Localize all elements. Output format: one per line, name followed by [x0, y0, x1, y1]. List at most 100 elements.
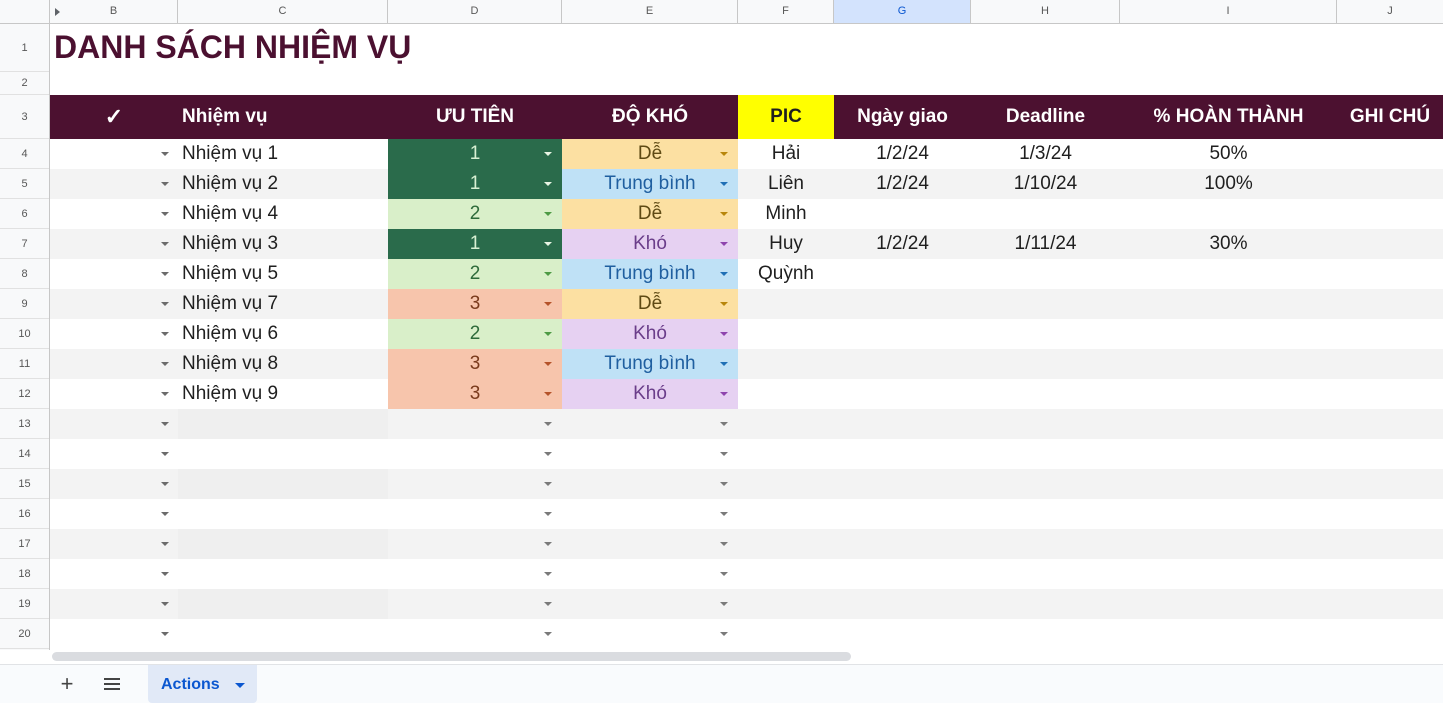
column-header-b[interactable]: B	[50, 0, 178, 23]
priority-dropdown-icon[interactable]	[544, 152, 552, 156]
pic-cell[interactable]	[738, 319, 834, 349]
priority-dropdown-icon[interactable]	[544, 482, 552, 486]
priority-chip[interactable]: 2	[388, 259, 562, 289]
difficulty-chip[interactable]: Dễ	[562, 139, 738, 169]
checkbox-dropdown-icon[interactable]	[161, 542, 169, 546]
header-assigned-date[interactable]: Ngày giao	[834, 95, 971, 139]
priority-chip[interactable]: 3	[388, 289, 562, 319]
percent-complete-cell[interactable]: 30%	[1120, 229, 1337, 259]
row-header-20[interactable]: 20	[0, 619, 49, 649]
assigned-date-cell[interactable]	[834, 349, 971, 379]
priority-dropdown-icon[interactable]	[544, 332, 552, 336]
difficulty-dropdown-icon[interactable]	[720, 182, 728, 186]
checkbox-dropdown-icon[interactable]	[161, 392, 169, 396]
priority-chip[interactable]: 2	[388, 199, 562, 229]
priority-chip[interactable]: 1	[388, 139, 562, 169]
difficulty-dropdown-icon[interactable]	[720, 482, 728, 486]
sheet-grid[interactable]: DANH SÁCH NHIỆM VỤ ✓ Nhiệm vụ ƯU TIÊN ĐỘ…	[50, 24, 1443, 650]
task-name-cell[interactable]: Nhiệm vụ 7	[178, 289, 388, 319]
column-header-e[interactable]: E	[562, 0, 738, 23]
deadline-cell[interactable]	[971, 319, 1120, 349]
priority-chip[interactable]: 3	[388, 379, 562, 409]
difficulty-chip[interactable]: Dễ	[562, 289, 738, 319]
difficulty-dropdown-icon[interactable]	[720, 332, 728, 336]
assigned-date-cell[interactable]	[834, 259, 971, 289]
difficulty-dropdown-icon[interactable]	[720, 572, 728, 576]
priority-dropdown-icon[interactable]	[544, 512, 552, 516]
priority-dropdown-icon[interactable]	[544, 272, 552, 276]
difficulty-dropdown-icon[interactable]	[720, 272, 728, 276]
difficulty-dropdown-icon[interactable]	[720, 632, 728, 636]
priority-dropdown-icon[interactable]	[544, 182, 552, 186]
column-header-h[interactable]: H	[971, 0, 1120, 23]
checkbox-dropdown-icon[interactable]	[161, 332, 169, 336]
plus-icon[interactable]: +	[56, 670, 78, 698]
percent-complete-cell[interactable]: 50%	[1120, 139, 1337, 169]
assigned-date-cell[interactable]	[834, 319, 971, 349]
difficulty-dropdown-icon[interactable]	[720, 512, 728, 516]
difficulty-chip[interactable]: Khó	[562, 229, 738, 259]
horizontal-scrollbar-thumb[interactable]	[52, 652, 851, 661]
priority-dropdown-icon[interactable]	[544, 572, 552, 576]
assigned-date-cell[interactable]	[834, 379, 971, 409]
column-header-j[interactable]: J	[1337, 0, 1443, 23]
task-name-cell[interactable]: Nhiệm vụ 3	[178, 229, 388, 259]
column-header-g[interactable]: G	[834, 0, 971, 23]
priority-chip[interactable]: 1	[388, 229, 562, 259]
column-header-f[interactable]: F	[738, 0, 834, 23]
header-pic[interactable]: PIC	[738, 95, 834, 139]
pic-cell[interactable]	[738, 379, 834, 409]
task-name-cell[interactable]: Nhiệm vụ 8	[178, 349, 388, 379]
difficulty-dropdown-icon[interactable]	[720, 392, 728, 396]
row-header-14[interactable]: 14	[0, 439, 49, 469]
assigned-date-cell[interactable]: 1/2/24	[834, 169, 971, 199]
deadline-cell[interactable]: 1/10/24	[971, 169, 1120, 199]
priority-dropdown-icon[interactable]	[544, 392, 552, 396]
header-task[interactable]: Nhiệm vụ	[178, 95, 388, 139]
assigned-date-cell[interactable]: 1/2/24	[834, 229, 971, 259]
row-header-16[interactable]: 16	[0, 499, 49, 529]
checkbox-dropdown-icon[interactable]	[161, 272, 169, 276]
row-header-2[interactable]: 2	[0, 72, 49, 95]
priority-dropdown-icon[interactable]	[544, 242, 552, 246]
priority-dropdown-icon[interactable]	[544, 602, 552, 606]
percent-complete-cell[interactable]: 100%	[1120, 169, 1337, 199]
priority-dropdown-icon[interactable]	[544, 632, 552, 636]
task-name-cell[interactable]	[178, 589, 388, 619]
difficulty-dropdown-icon[interactable]	[720, 422, 728, 426]
header-check[interactable]: ✓	[50, 95, 178, 139]
checkbox-dropdown-icon[interactable]	[161, 302, 169, 306]
difficulty-dropdown-icon[interactable]	[720, 452, 728, 456]
task-name-cell[interactable]	[178, 469, 388, 499]
checkbox-dropdown-icon[interactable]	[161, 632, 169, 636]
percent-complete-cell[interactable]	[1120, 319, 1337, 349]
task-name-cell[interactable]: Nhiệm vụ 5	[178, 259, 388, 289]
task-name-cell[interactable]: Nhiệm vụ 9	[178, 379, 388, 409]
difficulty-chip[interactable]: Khó	[562, 319, 738, 349]
deadline-cell[interactable]: 1/11/24	[971, 229, 1120, 259]
percent-complete-cell[interactable]	[1120, 199, 1337, 229]
select-all-corner[interactable]	[0, 0, 50, 23]
checkbox-dropdown-icon[interactable]	[161, 152, 169, 156]
checkbox-dropdown-icon[interactable]	[161, 242, 169, 246]
row-header-12[interactable]: 12	[0, 379, 49, 409]
percent-complete-cell[interactable]	[1120, 259, 1337, 289]
task-name-cell[interactable]	[178, 619, 388, 649]
percent-complete-cell[interactable]	[1120, 379, 1337, 409]
header-priority[interactable]: ƯU TIÊN	[388, 95, 562, 139]
row-header-3[interactable]: 3	[0, 95, 49, 139]
pic-cell[interactable]	[738, 289, 834, 319]
row-header-17[interactable]: 17	[0, 529, 49, 559]
deadline-cell[interactable]: 1/3/24	[971, 139, 1120, 169]
pic-cell[interactable]	[738, 349, 834, 379]
row-header-15[interactable]: 15	[0, 469, 49, 499]
difficulty-dropdown-icon[interactable]	[720, 152, 728, 156]
checkbox-dropdown-icon[interactable]	[161, 182, 169, 186]
deadline-cell[interactable]	[971, 199, 1120, 229]
difficulty-dropdown-icon[interactable]	[720, 212, 728, 216]
priority-dropdown-icon[interactable]	[544, 452, 552, 456]
row-header-5[interactable]: 5	[0, 169, 49, 199]
assigned-date-cell[interactable]	[834, 199, 971, 229]
difficulty-dropdown-icon[interactable]	[720, 542, 728, 546]
priority-dropdown-icon[interactable]	[544, 302, 552, 306]
